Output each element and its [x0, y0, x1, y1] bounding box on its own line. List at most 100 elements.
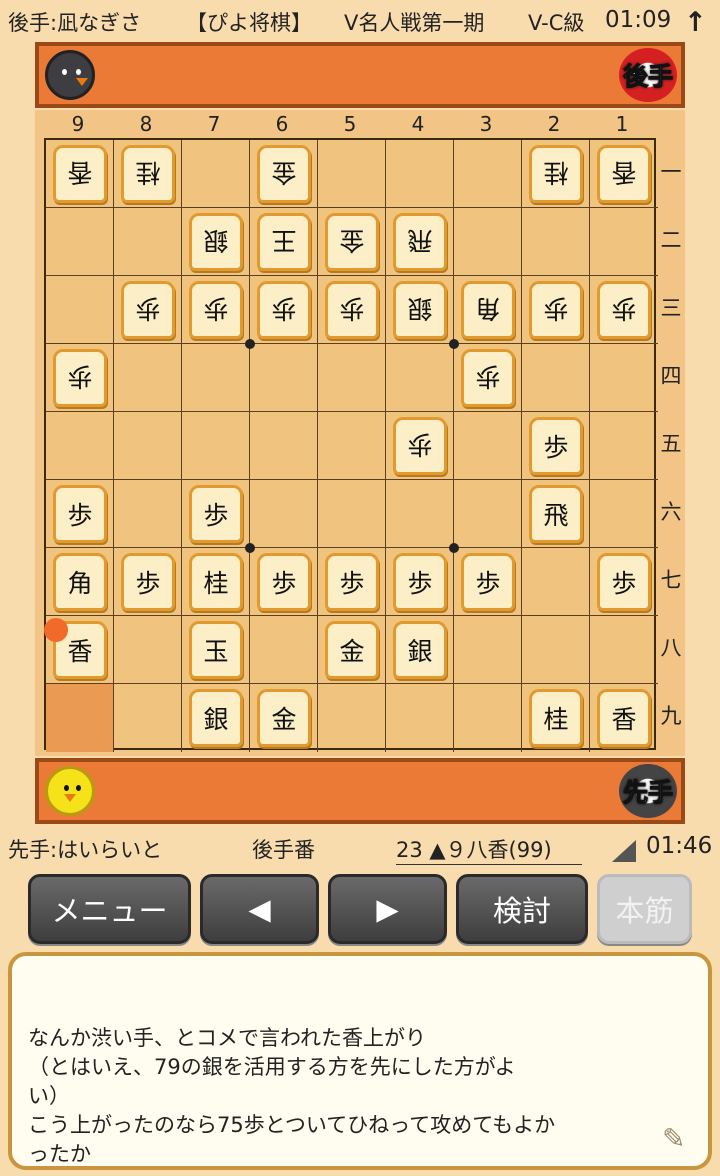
next-move-button[interactable]: ▶ [328, 874, 447, 944]
gote-piece[interactable]: 銀 [189, 213, 243, 271]
board-square[interactable] [318, 140, 386, 208]
board-square[interactable] [114, 480, 182, 548]
gote-piece[interactable]: 金 [325, 213, 379, 271]
gote-piece[interactable]: 桂 [121, 145, 175, 203]
gote-piece[interactable]: 歩 [461, 349, 515, 407]
gote-piece[interactable]: 歩 [189, 281, 243, 339]
board-square[interactable] [522, 548, 590, 616]
board-square[interactable] [250, 480, 318, 548]
board-square[interactable] [454, 412, 522, 480]
gote-piece[interactable]: 飛 [393, 213, 447, 271]
sente-piece[interactable]: 金 [257, 689, 311, 747]
rank-label: 三 [660, 296, 682, 320]
board-square[interactable] [522, 208, 590, 276]
sente-piece[interactable]: 桂 [529, 689, 583, 747]
sente-piece[interactable]: 歩 [393, 553, 447, 611]
review-button[interactable]: 検討 [456, 874, 588, 944]
sente-piece[interactable]: 歩 [257, 553, 311, 611]
gote-player-name: 後手:凪なぎさ [8, 11, 142, 35]
board-square[interactable] [590, 412, 658, 480]
board-square[interactable] [590, 208, 658, 276]
gote-piece[interactable]: 香 [597, 145, 651, 203]
gote-piece[interactable]: 桂 [529, 145, 583, 203]
sente-piece[interactable]: 香 [597, 689, 651, 747]
sente-piece[interactable]: 歩 [189, 485, 243, 543]
sente-piece[interactable]: 玉 [189, 621, 243, 679]
gote-piece[interactable]: 歩 [529, 281, 583, 339]
sente-piece[interactable]: 飛 [529, 485, 583, 543]
board-square[interactable] [590, 616, 658, 684]
gote-hand-area[interactable]: 後手 [35, 42, 685, 108]
main-line-button[interactable]: 本筋 [597, 874, 692, 944]
board-square[interactable] [522, 616, 590, 684]
pencil-icon[interactable]: ✎ [662, 1124, 692, 1154]
gote-piece[interactable]: 香 [53, 145, 107, 203]
sente-piece[interactable]: 歩 [461, 553, 515, 611]
sente-piece[interactable]: 歩 [529, 417, 583, 475]
menu-button[interactable]: メニュー [28, 874, 191, 944]
gote-piece[interactable]: 歩 [393, 417, 447, 475]
board-square[interactable] [318, 480, 386, 548]
rank-label: 四 [660, 364, 682, 388]
board-square[interactable] [386, 480, 454, 548]
board-square[interactable] [386, 684, 454, 752]
board-square[interactable] [318, 412, 386, 480]
gote-piece[interactable]: 角 [461, 281, 515, 339]
sente-piece[interactable]: 銀 [189, 689, 243, 747]
board-square[interactable] [386, 344, 454, 412]
shogi-board[interactable]: 香桂金桂香銀王金飛歩歩歩歩銀角歩歩歩歩歩歩歩歩飛角歩桂歩歩歩歩歩香玉金銀銀金桂香 [44, 138, 658, 752]
board-square[interactable] [46, 208, 114, 276]
gote-piece[interactable]: 歩 [257, 281, 311, 339]
board-square[interactable] [182, 344, 250, 412]
gote-piece[interactable]: 銀 [393, 281, 447, 339]
sente-piece[interactable]: 歩 [597, 553, 651, 611]
board-square[interactable] [114, 344, 182, 412]
board-square[interactable] [386, 140, 454, 208]
board-square[interactable] [318, 344, 386, 412]
comment-box[interactable]: なんか渋い手、とコメで言われた香上がり （とはいえ、79の銀を活用する方を先にし… [8, 952, 712, 1170]
sente-piece[interactable]: 歩 [325, 553, 379, 611]
board-square[interactable] [454, 616, 522, 684]
board-square[interactable] [454, 684, 522, 752]
gote-piece[interactable]: 歩 [53, 349, 107, 407]
board-square[interactable] [590, 480, 658, 548]
board-square[interactable] [114, 412, 182, 480]
gote-badge: 後手 [619, 48, 677, 102]
board-square[interactable] [46, 684, 114, 752]
board-square[interactable] [454, 208, 522, 276]
gote-piece[interactable]: 歩 [121, 281, 175, 339]
board-square[interactable] [182, 412, 250, 480]
dropdown-triangle-icon[interactable] [612, 840, 636, 862]
sente-piece[interactable]: 金 [325, 621, 379, 679]
rank-label: 一 [660, 160, 682, 184]
gote-piece[interactable]: 王 [257, 213, 311, 271]
sente-piece[interactable]: 歩 [53, 485, 107, 543]
sente-piece[interactable]: 角 [53, 553, 107, 611]
sente-piece[interactable]: 銀 [393, 621, 447, 679]
board-square[interactable] [250, 616, 318, 684]
board-square[interactable] [46, 412, 114, 480]
board-square[interactable] [522, 344, 590, 412]
gote-piece[interactable]: 歩 [325, 281, 379, 339]
board-square[interactable] [250, 412, 318, 480]
board-square[interactable] [318, 684, 386, 752]
board-square[interactable] [250, 344, 318, 412]
sente-hand-area[interactable]: 先手 [35, 758, 685, 824]
gote-time: 01:09 [605, 7, 672, 33]
move-selector[interactable]: 23 ▲９八香(99) [396, 834, 582, 865]
board-square[interactable] [182, 140, 250, 208]
board-square[interactable] [590, 344, 658, 412]
board-square[interactable] [114, 616, 182, 684]
board-square[interactable] [454, 140, 522, 208]
board-square[interactable] [46, 276, 114, 344]
up-arrow-icon[interactable]: ↑ [684, 7, 707, 38]
rank-labels: 一二三四五六七八九 [656, 138, 686, 750]
board-square[interactable] [454, 480, 522, 548]
gote-piece[interactable]: 金 [257, 145, 311, 203]
sente-piece[interactable]: 歩 [121, 553, 175, 611]
sente-piece[interactable]: 桂 [189, 553, 243, 611]
board-square[interactable] [114, 208, 182, 276]
gote-piece[interactable]: 歩 [597, 281, 651, 339]
board-square[interactable] [114, 684, 182, 752]
prev-move-button[interactable]: ◀ [200, 874, 319, 944]
